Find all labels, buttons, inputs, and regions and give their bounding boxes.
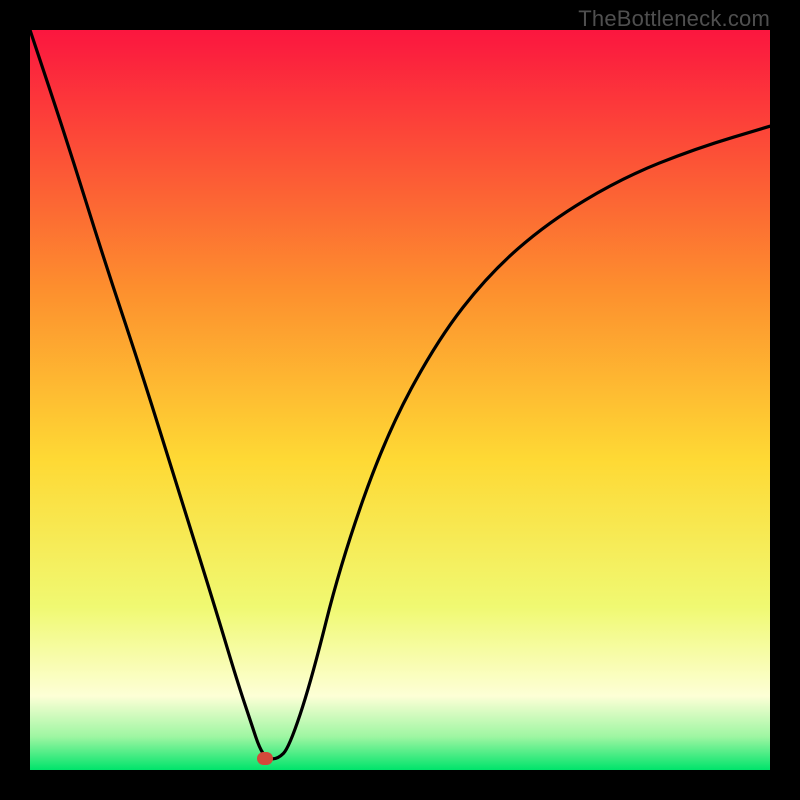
optimal-point-marker	[257, 752, 273, 765]
watermark-text: TheBottleneck.com	[578, 6, 770, 32]
plot-area	[30, 30, 770, 770]
chart-svg	[30, 30, 770, 770]
chart-frame: TheBottleneck.com	[0, 0, 800, 800]
gradient-background	[30, 30, 770, 770]
